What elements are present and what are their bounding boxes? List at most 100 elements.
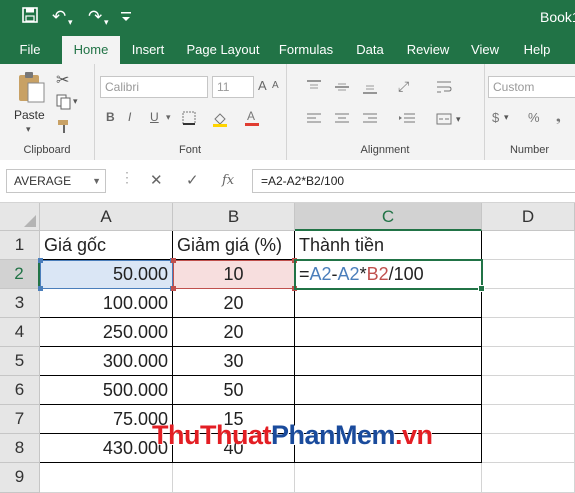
name-box-dropdown-icon[interactable]: ▼ bbox=[92, 170, 101, 192]
tab-data[interactable]: Data bbox=[348, 36, 392, 64]
tab-review[interactable]: Review bbox=[402, 36, 454, 64]
font-name-box[interactable]: Calibri bbox=[100, 76, 208, 98]
cell-c3[interactable] bbox=[295, 289, 482, 318]
customize-toolbar-icon[interactable] bbox=[120, 9, 132, 29]
percent-style-icon[interactable]: % bbox=[528, 110, 540, 125]
orientation-icon[interactable]: ⤢ bbox=[398, 78, 409, 95]
format-painter-icon[interactable] bbox=[56, 118, 72, 139]
select-all-button[interactable] bbox=[0, 203, 40, 231]
paste-dropdown-icon[interactable]: ▾ bbox=[26, 124, 31, 135]
column-header-c[interactable]: C bbox=[295, 203, 482, 231]
cell-b6[interactable]: 50 bbox=[173, 376, 295, 405]
indent-icon[interactable] bbox=[398, 112, 416, 131]
cell-a9[interactable] bbox=[40, 463, 173, 493]
merge-dropdown-icon[interactable]: ▾ bbox=[456, 114, 461, 125]
copy-icon[interactable] bbox=[56, 94, 72, 115]
row-header-9[interactable]: 9 bbox=[0, 463, 40, 493]
cell-a6[interactable]: 500.000 bbox=[40, 376, 173, 405]
column-header-b[interactable]: B bbox=[173, 203, 295, 231]
insert-function-icon[interactable]: fx bbox=[222, 172, 234, 190]
formula-input[interactable]: =A2-A2*B2/100 bbox=[252, 169, 575, 193]
save-icon[interactable] bbox=[22, 7, 38, 28]
merge-center-icon[interactable] bbox=[436, 112, 452, 131]
cell-c4[interactable] bbox=[295, 318, 482, 347]
redo-dropdown-icon[interactable]: ▾ bbox=[104, 12, 109, 32]
tab-help[interactable]: Help bbox=[516, 36, 558, 64]
cell-d2[interactable] bbox=[482, 260, 575, 289]
undo-dropdown-icon[interactable]: ▾ bbox=[68, 12, 73, 32]
tab-page-layout[interactable]: Page Layout bbox=[182, 36, 264, 64]
tab-home[interactable]: Home bbox=[62, 36, 120, 64]
ribbon-tabs: File Home Insert Page Layout Formulas Da… bbox=[0, 36, 575, 64]
accounting-dropdown-icon[interactable]: ▾ bbox=[504, 112, 509, 123]
column-header-a[interactable]: A bbox=[40, 203, 173, 231]
cell-b5[interactable]: 30 bbox=[173, 347, 295, 376]
formula-bar-handle-icon[interactable]: ⋮ bbox=[120, 168, 134, 186]
cell-a3[interactable]: 100.000 bbox=[40, 289, 173, 318]
cell-c1[interactable]: Thành tiền bbox=[295, 231, 482, 260]
tab-formulas[interactable]: Formulas bbox=[274, 36, 338, 64]
underline-dropdown-icon[interactable]: ▾ bbox=[166, 112, 171, 123]
cell-c9[interactable] bbox=[295, 463, 482, 493]
enter-icon[interactable]: ✓ bbox=[186, 172, 199, 190]
cell-a1[interactable]: Giá gốc bbox=[40, 231, 173, 260]
cell-d3[interactable] bbox=[482, 289, 575, 318]
cell-d5[interactable] bbox=[482, 347, 575, 376]
font-size-box[interactable]: 11 bbox=[212, 76, 254, 98]
fill-handle[interactable] bbox=[478, 285, 485, 292]
cell-d9[interactable] bbox=[482, 463, 575, 493]
cell-a4[interactable]: 250.000 bbox=[40, 318, 173, 347]
decrease-font-icon[interactable]: A bbox=[272, 80, 279, 91]
cell-d7[interactable] bbox=[482, 405, 575, 434]
cell-b4[interactable]: 20 bbox=[173, 318, 295, 347]
redo-icon[interactable]: ↷ bbox=[88, 7, 102, 27]
middle-align-icon[interactable] bbox=[334, 80, 350, 99]
underline-button[interactable]: U bbox=[150, 110, 159, 124]
row-header-8[interactable]: 8 bbox=[0, 434, 40, 463]
paste-label[interactable]: Paste bbox=[14, 108, 45, 122]
column-header-d[interactable]: D bbox=[482, 203, 575, 231]
copy-dropdown-icon[interactable]: ▾ bbox=[73, 96, 78, 107]
cell-b9[interactable] bbox=[173, 463, 295, 493]
align-left-icon[interactable] bbox=[306, 112, 322, 131]
row-header-3[interactable]: 3 bbox=[0, 289, 40, 318]
cell-d4[interactable] bbox=[482, 318, 575, 347]
name-box[interactable]: AVERAGE ▼ bbox=[6, 169, 106, 193]
cell-c6[interactable] bbox=[295, 376, 482, 405]
row-header-1[interactable]: 1 bbox=[0, 231, 40, 260]
fill-color-icon[interactable] bbox=[212, 111, 228, 130]
accounting-format-icon[interactable]: $ bbox=[492, 110, 499, 125]
row-header-5[interactable]: 5 bbox=[0, 347, 40, 376]
cancel-icon[interactable]: ✕ bbox=[150, 172, 163, 190]
cell-c5[interactable] bbox=[295, 347, 482, 376]
row-header-4[interactable]: 4 bbox=[0, 318, 40, 347]
row-header-2[interactable]: 2 bbox=[0, 260, 40, 289]
number-format-box[interactable]: Custom bbox=[488, 76, 575, 98]
cell-b1[interactable]: Giảm giá (%) bbox=[173, 231, 295, 260]
align-center-icon[interactable] bbox=[334, 112, 350, 131]
tab-view[interactable]: View bbox=[464, 36, 506, 64]
row-header-7[interactable]: 7 bbox=[0, 405, 40, 434]
bottom-align-icon[interactable] bbox=[362, 80, 378, 99]
cell-b3[interactable]: 20 bbox=[173, 289, 295, 318]
tab-insert[interactable]: Insert bbox=[124, 36, 172, 64]
clipboard-group: Paste ▾ ✂ ▾ Clipboard bbox=[0, 64, 95, 160]
cell-d8[interactable] bbox=[482, 434, 575, 463]
bold-button[interactable]: B bbox=[106, 110, 115, 124]
cell-d6[interactable] bbox=[482, 376, 575, 405]
wrap-text-icon[interactable] bbox=[436, 80, 452, 99]
align-right-icon[interactable] bbox=[362, 112, 378, 131]
font-color-icon[interactable]: A bbox=[244, 109, 260, 130]
top-align-icon[interactable] bbox=[306, 80, 322, 99]
paste-icon[interactable] bbox=[16, 70, 46, 109]
cut-icon[interactable]: ✂ bbox=[56, 70, 69, 90]
italic-button[interactable]: I bbox=[128, 110, 131, 124]
borders-icon[interactable] bbox=[182, 111, 196, 128]
tab-file[interactable]: File bbox=[8, 36, 52, 64]
comma-style-icon[interactable]: ❟ bbox=[556, 110, 561, 125]
undo-icon[interactable]: ↶ bbox=[52, 7, 66, 27]
cell-d1[interactable] bbox=[482, 231, 575, 260]
cell-a5[interactable]: 300.000 bbox=[40, 347, 173, 376]
increase-font-icon[interactable]: A bbox=[258, 78, 267, 93]
row-header-6[interactable]: 6 bbox=[0, 376, 40, 405]
